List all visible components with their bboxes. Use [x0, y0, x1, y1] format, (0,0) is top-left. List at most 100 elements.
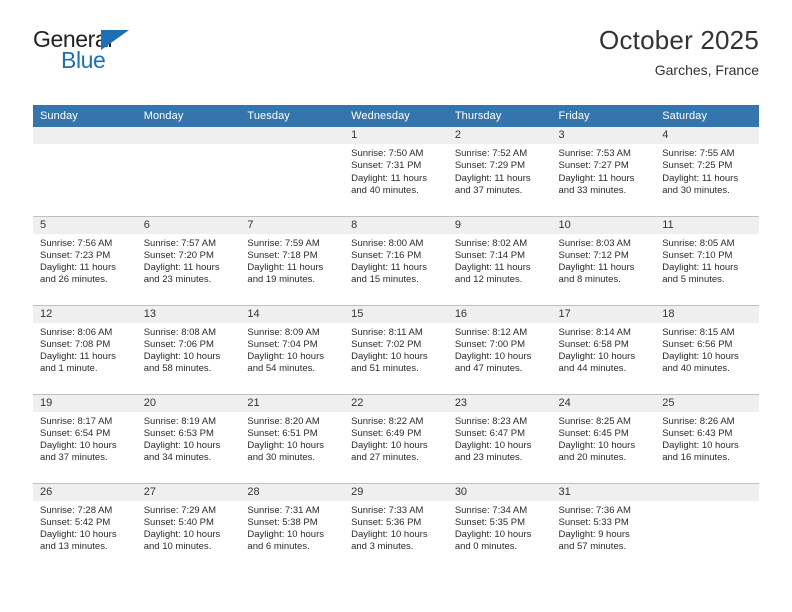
sunrise-text: Sunrise: 7:53 AM: [558, 148, 631, 159]
day-number: 12: [33, 305, 137, 323]
calendar-day-cell[interactable]: 24 Sunrise: 8:25 AM Sunset: 6:45 PM Dayligh…: [551, 393, 656, 483]
daylight-text-line1: Daylight: 11 hours: [40, 262, 116, 274]
daylight-text-line2: and 15 minutes.: [351, 274, 419, 286]
day-number: 25: [655, 394, 759, 412]
calendar-day-cell[interactable]: 9 Sunrise: 8:02 AM Sunset: 7:14 PM Daylight…: [447, 215, 552, 305]
sunrise-text: Sunrise: 7:56 AM: [40, 237, 113, 249]
calendar-day-cell[interactable]: 11 Sunrise: 8:05 AM Sunset: 7:10 PM Dayligh…: [655, 215, 759, 305]
daylight-text-line2: and 20 minutes.: [558, 452, 627, 464]
daylight-text-line1: Daylight: 10 hours: [40, 529, 117, 541]
day-cell-details: Sunrise: 8:17 AM Sunset: 6:54 PM Daylight:…: [33, 412, 137, 465]
day-number: 23: [447, 394, 552, 412]
daylight-text-line2: and 3 minutes.: [351, 541, 414, 553]
daylight-text-line1: Daylight: 11 hours: [351, 262, 427, 274]
calendar-day-cell[interactable]: 26 Sunrise: 7:28 AM Sunset: 5:42 PM Dayligh…: [33, 482, 137, 572]
calendar-day-cell[interactable]: 30 Sunrise: 7:34 AM Sunset: 5:35 PM Dayligh…: [447, 482, 552, 572]
calendar-day-cell[interactable]: 22 Sunrise: 8:22 AM Sunset: 6:49 PM Dayligh…: [344, 393, 448, 483]
sunset-text: Sunset: 5:38 PM: [247, 516, 318, 528]
calendar-day-cell[interactable]: 2 Sunrise: 7:52 AM Sunset: 7:29 PM Daylight…: [447, 127, 552, 216]
sunrise-text: Sunrise: 8:08 AM: [143, 326, 217, 338]
daylight-text-line2: and 57 minutes.: [558, 541, 627, 553]
day-number: 16: [447, 305, 552, 323]
calendar-day-cell[interactable]: 5 Sunrise: 7:56 AM Sunset: 7:23 PM Daylight…: [33, 215, 137, 305]
daylight-text-line1: Daylight: 10 hours: [247, 529, 324, 541]
calendar-day-cell[interactable]: 31 Sunrise: 7:36 AM Sunset: 5:33 PM Dayligh…: [551, 482, 656, 572]
daylight-text-line2: and 51 minutes.: [351, 363, 419, 375]
calendar-day-cell[interactable]: 10 Sunrise: 8:03 AM Sunset: 7:12 PM Dayligh…: [551, 215, 656, 305]
calendar-day-cell[interactable]: 15 Sunrise: 8:11 AM Sunset: 7:02 PM Dayligh…: [344, 304, 448, 394]
daylight-text-line1: Daylight: 10 hours: [247, 351, 324, 363]
day-cell-inner: 9 Sunrise: 8:02 AM Sunset: 7:14 PM Daylight…: [447, 216, 552, 305]
day-cell-inner: 12 Sunrise: 8:06 AM Sunset: 7:08 PM Dayligh…: [33, 305, 137, 394]
daylight-text-line1: Daylight: 11 hours: [143, 262, 220, 274]
sunrise-text: Sunrise: 8:12 AM: [454, 326, 528, 338]
calendar-day-cell: [655, 482, 759, 572]
day-cell-inner: 29 Sunrise: 7:33 AM Sunset: 5:36 PM Dayligh…: [344, 483, 448, 572]
daylight-text-line1: Daylight: 10 hours: [143, 529, 221, 541]
day-cell-details: Sunrise: 8:06 AM Sunset: 7:08 PM Daylight:…: [33, 323, 137, 376]
day-cell-details: Sunrise: 8:05 AM Sunset: 7:10 PM Daylight:…: [655, 234, 759, 287]
daylight-text-line1: Daylight: 10 hours: [558, 440, 636, 452]
sunset-text: Sunset: 7:06 PM: [143, 338, 214, 350]
calendar-day-cell[interactable]: 12 Sunrise: 8:06 AM Sunset: 7:08 PM Dayligh…: [33, 304, 137, 394]
calendar-day-cell[interactable]: 16 Sunrise: 8:12 AM Sunset: 7:00 PM Dayligh…: [447, 304, 552, 394]
day-cell-details: Sunrise: 8:09 AM Sunset: 7:04 PM Daylight:…: [240, 323, 344, 376]
calendar-day-cell[interactable]: 17 Sunrise: 8:14 AM Sunset: 6:58 PM Dayligh…: [551, 304, 656, 394]
calendar-day-cell[interactable]: 3 Sunrise: 7:53 AM Sunset: 7:27 PM Daylight…: [551, 127, 656, 216]
sunrise-text: Sunrise: 7:55 AM: [662, 148, 735, 159]
daylight-text-line1: Daylight: 11 hours: [454, 262, 531, 274]
daylight-text-line1: Daylight: 11 hours: [558, 262, 635, 274]
daylight-text-line1: Daylight: 10 hours: [40, 440, 117, 452]
sunrise-text: Sunrise: 7:59 AM: [247, 237, 320, 249]
calendar-page: General Blue October 2025 Garches, Franc…: [0, 0, 792, 612]
day-number: 10: [551, 216, 656, 234]
day-number: 29: [344, 483, 448, 501]
calendar-day-cell[interactable]: 6 Sunrise: 7:57 AM Sunset: 7:20 PM Daylight…: [136, 215, 241, 305]
daylight-text-line2: and 30 minutes.: [247, 452, 316, 464]
calendar-day-cell[interactable]: 13 Sunrise: 8:08 AM Sunset: 7:06 PM Dayligh…: [136, 304, 241, 394]
calendar-day-cell[interactable]: 14 Sunrise: 8:09 AM Sunset: 7:04 PM Dayligh…: [240, 304, 345, 394]
calendar-day-cell[interactable]: 4 Sunrise: 7:55 AM Sunset: 7:25 PM Daylight…: [655, 127, 759, 216]
calendar-day-cell[interactable]: 18 Sunrise: 8:15 AM Sunset: 6:56 PM Dayligh…: [655, 304, 759, 394]
day-cell-details: Sunrise: 8:15 AM Sunset: 6:56 PM Daylight:…: [655, 323, 759, 376]
sunrise-text: Sunrise: 7:31 AM: [247, 504, 320, 516]
calendar-day-cell[interactable]: 8 Sunrise: 8:00 AM Sunset: 7:16 PM Daylight…: [344, 215, 448, 305]
day-cell-details: Sunrise: 8:11 AM Sunset: 7:02 PM Daylight:…: [344, 323, 448, 376]
calendar-day-cell[interactable]: 21 Sunrise: 8:20 AM Sunset: 6:51 PM Dayligh…: [240, 393, 345, 483]
calendar-day-cell[interactable]: 25 Sunrise: 8:26 AM Sunset: 6:43 PM Dayligh…: [655, 393, 759, 483]
calendar-day-cell[interactable]: 29 Sunrise: 7:33 AM Sunset: 5:36 PM Dayligh…: [344, 482, 448, 572]
calendar-day-cell[interactable]: 23 Sunrise: 8:23 AM Sunset: 6:47 PM Dayligh…: [447, 393, 552, 483]
general-blue-logo[interactable]: General Blue: [33, 26, 143, 78]
calendar-day-cell[interactable]: 28 Sunrise: 7:31 AM Sunset: 5:38 PM Dayligh…: [240, 482, 345, 572]
calendar-day-cell[interactable]: 7 Sunrise: 7:59 AM Sunset: 7:18 PM Daylight…: [240, 215, 345, 305]
weekday-header-wednesday: Wednesday: [344, 105, 448, 127]
sunset-text: Sunset: 7:31 PM: [351, 160, 422, 172]
sunset-text: Sunset: 5:36 PM: [351, 516, 422, 528]
sunset-text: Sunset: 7:02 PM: [351, 338, 422, 350]
day-cell-details: Sunrise: 8:20 AM Sunset: 6:51 PM Daylight:…: [240, 412, 344, 465]
calendar-day-cell[interactable]: 20 Sunrise: 8:19 AM Sunset: 6:53 PM Dayligh…: [136, 393, 241, 483]
day-cell-inner: 26 Sunrise: 7:28 AM Sunset: 5:42 PM Dayligh…: [33, 483, 137, 572]
calendar-day-cell: [33, 127, 137, 216]
day-cell-inner: 5 Sunrise: 7:56 AM Sunset: 7:23 PM Daylight…: [33, 216, 137, 305]
daylight-text-line2: and 0 minutes.: [454, 541, 518, 553]
daylight-text-line2: and 6 minutes.: [247, 541, 310, 553]
sunrise-text: Sunrise: 8:14 AM: [558, 326, 631, 338]
day-cell-details: Sunrise: 7:50 AM Sunset: 7:31 PM Daylight:…: [344, 144, 448, 197]
day-cell-inner: 22 Sunrise: 8:22 AM Sunset: 6:49 PM Dayligh…: [344, 394, 448, 483]
weekday-header-friday: Friday: [551, 105, 656, 127]
day-cell-inner: 17 Sunrise: 8:14 AM Sunset: 6:58 PM Dayligh…: [551, 305, 656, 394]
day-cell-details: Sunrise: 8:22 AM Sunset: 6:49 PM Daylight:…: [344, 412, 448, 465]
calendar-day-cell[interactable]: 27 Sunrise: 7:29 AM Sunset: 5:40 PM Dayligh…: [136, 482, 241, 572]
day-cell-details: Sunrise: 8:19 AM Sunset: 6:53 PM Daylight:…: [137, 412, 241, 465]
day-number: 6: [136, 216, 241, 234]
page-title: October 2025: [599, 25, 759, 55]
day-number: 14: [240, 305, 345, 323]
day-number: 7: [240, 216, 345, 234]
daylight-text-line2: and 1 minute.: [40, 363, 98, 375]
calendar-day-cell[interactable]: 1 Sunrise: 7:50 AM Sunset: 7:31 PM Daylight…: [344, 127, 448, 216]
daylight-text-line1: Daylight: 11 hours: [454, 172, 531, 184]
sunrise-text: Sunrise: 8:05 AM: [662, 237, 735, 249]
day-cell-inner: 21 Sunrise: 8:20 AM Sunset: 6:51 PM Dayligh…: [240, 394, 345, 483]
calendar-day-cell[interactable]: 19 Sunrise: 8:17 AM Sunset: 6:54 PM Dayligh…: [33, 393, 137, 483]
